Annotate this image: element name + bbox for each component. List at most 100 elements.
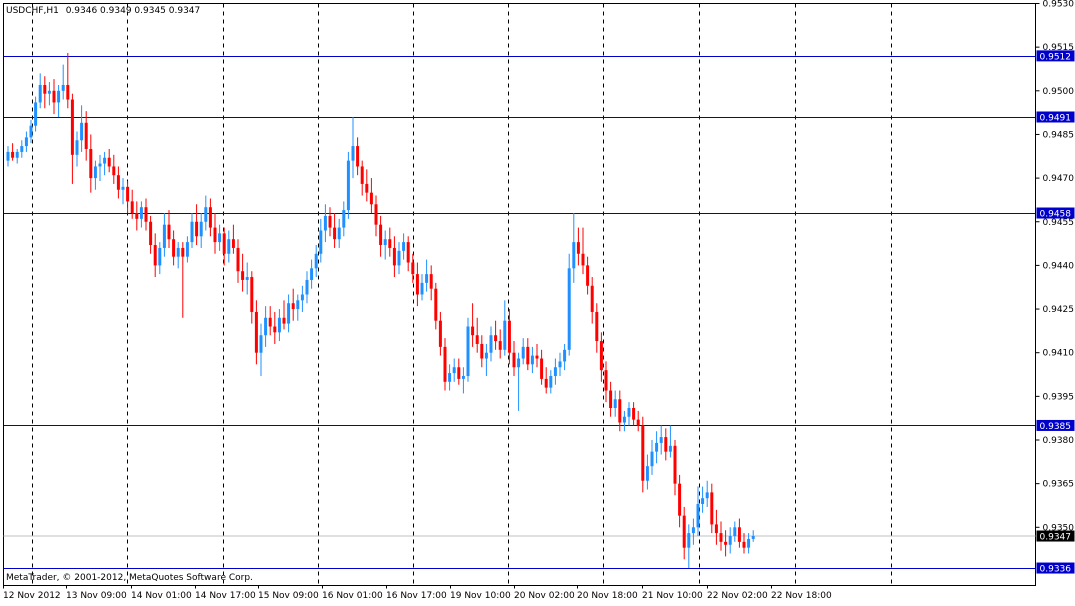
- candle-body: [57, 90, 61, 103]
- candle-body: [691, 527, 695, 534]
- candle-body: [38, 84, 42, 103]
- x-tick-label: 20 Nov 02:00: [514, 591, 575, 601]
- candle-body: [480, 343, 484, 359]
- candle-body: [484, 352, 488, 359]
- y-tick-label: 0.9530: [1043, 0, 1075, 10]
- candle-body: [526, 346, 530, 365]
- candle-body: [176, 247, 180, 257]
- candle-body: [167, 224, 171, 240]
- x-tick-label: 12 Nov 2012: [3, 591, 61, 601]
- candle-body: [530, 355, 534, 365]
- x-tick-label: 22 Nov 02:00: [707, 591, 768, 601]
- level-label: 0.9385: [1040, 422, 1072, 432]
- candle-body: [374, 204, 378, 225]
- candle-body: [337, 227, 341, 240]
- candle-body: [158, 247, 162, 266]
- candle-body: [429, 274, 433, 289]
- candle-body: [558, 361, 562, 368]
- candle-body: [595, 311, 599, 342]
- candle-body: [300, 294, 304, 301]
- candle-body: [342, 210, 346, 228]
- candle-body: [6, 151, 10, 161]
- candle-body: [112, 166, 116, 176]
- candle-body: [544, 378, 548, 388]
- x-tick-label: 14 Nov 01:00: [131, 591, 192, 601]
- candle-body: [406, 242, 410, 263]
- candle-body: [144, 207, 148, 222]
- candle-body: [139, 207, 143, 219]
- candle-body: [379, 224, 383, 246]
- candle-body: [733, 527, 737, 537]
- candle-body: [742, 541, 746, 548]
- candle-body: [590, 285, 594, 312]
- candle-body: [323, 215, 327, 231]
- candle-body: [517, 358, 521, 368]
- candle-body: [190, 221, 194, 243]
- x-tick-label: 14 Nov 17:00: [195, 591, 256, 601]
- candle-body: [149, 221, 153, 246]
- y-tick-label: 0.9395: [1043, 392, 1075, 402]
- y-tick-label: 0.9470: [1043, 174, 1075, 184]
- candle-body: [457, 367, 461, 379]
- candle-body: [747, 538, 751, 548]
- candle-body: [632, 407, 636, 420]
- candle-body: [434, 288, 438, 321]
- candle-body: [52, 90, 56, 103]
- candle-body: [66, 84, 70, 100]
- candle-body: [218, 233, 222, 243]
- candle-body: [185, 242, 189, 257]
- candle-body: [291, 303, 295, 310]
- candle-body: [264, 317, 268, 336]
- candle-body: [411, 262, 415, 275]
- candle-body: [494, 335, 498, 342]
- chart-canvas[interactable]: 0.95300.95150.95000.94850.94700.94550.94…: [0, 0, 1075, 602]
- candle-body: [710, 492, 714, 525]
- time-axis: 12 Nov 2012 13 Nov 09:00 14 Nov 01:00 14 No…: [3, 585, 832, 601]
- candlestick-chart[interactable]: 0.9530 0.9515 0.9500 0.9485 0.9470 0.9455 0.94…: [0, 0, 1075, 602]
- candle-body: [236, 247, 240, 272]
- candle-body: [659, 437, 663, 443]
- candle-body: [369, 192, 373, 205]
- candle-body: [126, 186, 130, 202]
- candle-body: [245, 277, 249, 280]
- candle-body: [254, 311, 258, 353]
- plot-frame: [3, 3, 1036, 586]
- price-axis: 0.95300.95150.95000.94850.94700.94550.94…: [1035, 0, 1075, 575]
- candle-body: [356, 146, 360, 167]
- candle-body: [11, 151, 15, 158]
- candle-body: [553, 367, 557, 376]
- candle-body: [310, 268, 314, 280]
- candle-body: [540, 358, 544, 379]
- candle-body: [641, 425, 645, 481]
- candle-body: [277, 317, 281, 333]
- candle-body: [287, 303, 291, 324]
- candle-body: [204, 207, 208, 222]
- candle-body: [645, 466, 649, 481]
- candle-body: [664, 437, 668, 452]
- level-label: 0.9512: [1040, 52, 1072, 62]
- candle-body: [365, 183, 369, 193]
- candle-body: [609, 390, 613, 408]
- candle-body: [162, 224, 166, 248]
- candle-body: [448, 373, 452, 382]
- candle-body: [425, 274, 429, 283]
- candle-body: [498, 341, 502, 350]
- candle-body: [535, 355, 539, 359]
- candle-body: [181, 247, 185, 257]
- level-label: 0.9458: [1040, 210, 1072, 220]
- candle-body: [751, 536, 755, 539]
- candle-body: [15, 151, 19, 158]
- level-label: 0.9336: [1040, 565, 1072, 575]
- candle-body: [130, 201, 134, 214]
- candle-body: [728, 536, 732, 545]
- x-tick-label: 21 Nov 10:00: [642, 591, 703, 601]
- candle-body: [20, 146, 24, 152]
- candle-body: [402, 242, 406, 251]
- candle-body: [737, 527, 741, 542]
- ohlc-values: 0.9346 0.9349 0.9345 0.9347: [66, 6, 201, 16]
- x-tick-label: 22 Nov 18:00: [771, 591, 832, 601]
- candle-body: [29, 125, 33, 138]
- candle-body: [268, 317, 272, 327]
- y-tick-label: 0.9485: [1043, 130, 1075, 140]
- candle-body: [420, 282, 424, 295]
